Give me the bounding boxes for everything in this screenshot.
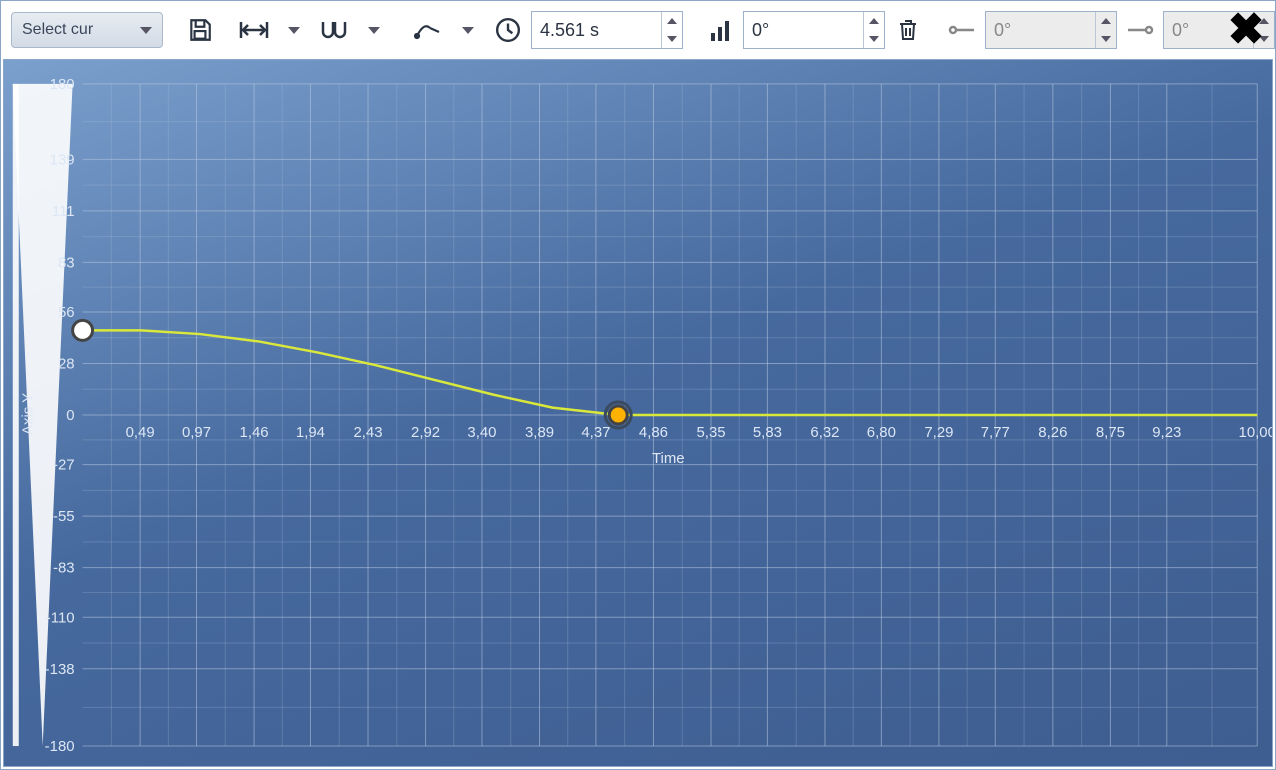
svg-text:3,40: 3,40 [467, 424, 496, 441]
close-icon: ✖ [1228, 8, 1265, 52]
svg-text:111: 111 [52, 203, 75, 220]
svg-text:6,80: 6,80 [867, 424, 896, 441]
svg-text:0: 0 [66, 407, 74, 424]
curve-selector-label: Select cur [22, 21, 93, 39]
curve-plot[interactable]: 180 139 111 83 56 28 0 -27 -55 -83 -110 -138 -180 0,4… [3, 59, 1273, 767]
svg-text:83: 83 [58, 254, 75, 271]
svg-text:8,75: 8,75 [1096, 424, 1125, 441]
svg-text:6,32: 6,32 [810, 424, 839, 441]
svg-text:139: 139 [50, 151, 75, 168]
chevron-down-icon [368, 27, 380, 34]
svg-text:-27: -27 [53, 457, 75, 474]
step-up-icon[interactable] [662, 12, 682, 30]
close-button[interactable]: ✖ [1223, 7, 1269, 53]
curve-plot-svg: 180 139 111 83 56 28 0 -27 -55 -83 -110 -138 -180 0,4… [4, 60, 1272, 766]
tangent-in-stepper [1095, 12, 1116, 48]
svg-text:2,92: 2,92 [411, 424, 440, 441]
svg-text:28: 28 [58, 355, 75, 372]
angle-stepper[interactable] [863, 12, 884, 48]
svg-text:-110: -110 [46, 609, 75, 626]
angle-input-value: 0° [744, 20, 863, 41]
fit-horizontal-button[interactable] [237, 13, 271, 47]
svg-text:Time: Time [652, 450, 685, 467]
tangent-in-input: 0° [985, 11, 1117, 49]
value-icon-button[interactable] [703, 13, 737, 47]
tangent-out-icon [1126, 21, 1154, 39]
chevron-down-icon [140, 27, 152, 34]
svg-text:1,46: 1,46 [240, 424, 269, 441]
tangent-icon [414, 18, 442, 42]
toolbar: Select cur [1, 1, 1275, 59]
step-down-icon [1096, 30, 1116, 48]
save-icon [187, 17, 213, 43]
svg-text:-180: -180 [45, 738, 75, 755]
svg-text:8,26: 8,26 [1038, 424, 1067, 441]
fit-horizontal-dropdown[interactable] [277, 13, 311, 47]
tangent-mode-button[interactable] [411, 13, 445, 47]
save-button[interactable] [183, 13, 217, 47]
svg-text:7,29: 7,29 [924, 424, 953, 441]
trash-icon [896, 17, 920, 43]
snap-dropdown[interactable] [357, 13, 391, 47]
svg-text:9,23: 9,23 [1152, 424, 1181, 441]
step-down-icon[interactable] [662, 30, 682, 48]
tangent-mode-dropdown[interactable] [451, 13, 485, 47]
tangent-out-label [1123, 13, 1157, 47]
svg-text:-83: -83 [53, 560, 75, 577]
svg-text:Axis Y: Axis Y [20, 393, 37, 435]
angle-input[interactable]: 0° [743, 11, 885, 49]
svg-text:-55: -55 [53, 508, 75, 525]
svg-text:0,97: 0,97 [182, 424, 211, 441]
delete-key-button[interactable] [891, 13, 925, 47]
curve-selector-dropdown[interactable]: Select cur [11, 12, 163, 48]
svg-text:10,00: 10,00 [1239, 424, 1272, 441]
svg-text:0,49: 0,49 [126, 424, 155, 441]
chevron-down-icon [462, 27, 474, 34]
step-up-icon [1096, 12, 1116, 30]
clock-icon [495, 17, 521, 43]
time-input[interactable]: 4.561 s [531, 11, 683, 49]
svg-text:7,77: 7,77 [981, 424, 1010, 441]
svg-text:3,89: 3,89 [525, 424, 554, 441]
time-input-value: 4.561 s [532, 20, 661, 41]
svg-text:4,37: 4,37 [581, 424, 610, 441]
curve-editor-window: Select cur [0, 0, 1276, 770]
tangent-in-label [945, 13, 979, 47]
step-up-icon[interactable] [864, 12, 884, 30]
svg-text:1,94: 1,94 [296, 424, 325, 441]
time-stepper[interactable] [661, 12, 682, 48]
snap-icon [320, 18, 348, 42]
bars-icon [711, 19, 729, 41]
svg-text:2,43: 2,43 [353, 424, 382, 441]
fit-horizontal-icon [239, 18, 269, 42]
svg-text:180: 180 [50, 76, 75, 93]
svg-text:5,83: 5,83 [753, 424, 782, 441]
svg-text:5,35: 5,35 [696, 424, 725, 441]
tangent-in-icon [948, 21, 976, 39]
tangent-in-value: 0° [986, 20, 1095, 41]
svg-text:4,86: 4,86 [639, 424, 668, 441]
svg-text:56: 56 [58, 304, 75, 321]
svg-text:-138: -138 [45, 661, 75, 678]
chevron-down-icon [288, 27, 300, 34]
snap-toggle-button[interactable] [317, 13, 351, 47]
time-button[interactable] [491, 13, 525, 47]
step-down-icon[interactable] [864, 30, 884, 48]
